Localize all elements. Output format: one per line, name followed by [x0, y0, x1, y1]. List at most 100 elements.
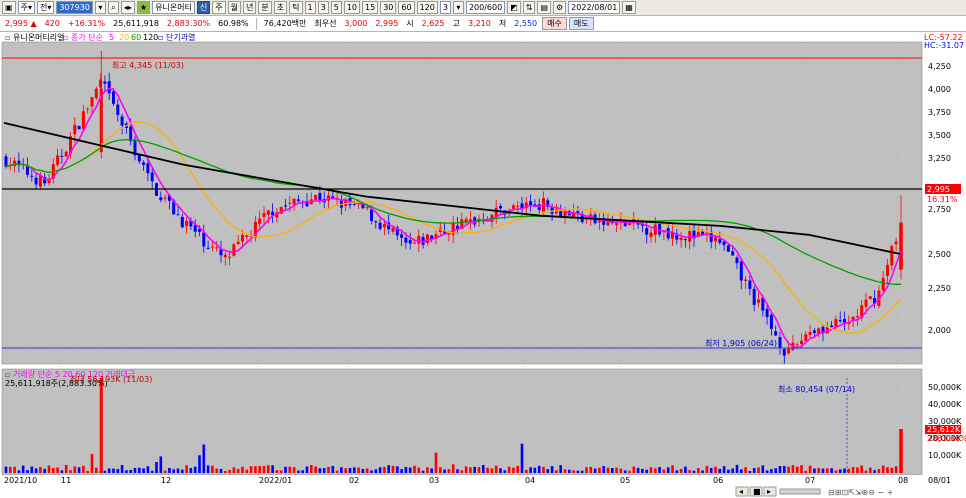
volume-pct-tag-text: 2883.30%: [927, 434, 966, 443]
volume-bar: [176, 468, 180, 473]
interval-60[interactable]: 60: [398, 1, 415, 14]
zoom-tools-icon[interactable]: ⊟⊞⊡⇱⇲⊕⊖ − +: [828, 488, 893, 497]
candle-body: [511, 205, 515, 209]
candle-body: [804, 334, 808, 341]
market-select[interactable]: 전 ▾: [36, 1, 55, 14]
y-tick: 4,250: [928, 62, 951, 71]
volume-bar: [241, 466, 244, 473]
price-change: 420: [44, 19, 60, 28]
calendar-icon[interactable]: ▦: [622, 1, 636, 14]
interval-1[interactable]: 1: [304, 1, 316, 14]
interval-15[interactable]: 15: [362, 1, 379, 14]
volume-bar: [877, 469, 881, 473]
interval-10[interactable]: 10: [343, 1, 360, 14]
trade-amount: 76,420백만: [263, 19, 307, 28]
search-icon[interactable]: ⌕: [107, 1, 119, 14]
volume-bar: [873, 470, 876, 473]
stock-code-input[interactable]: 307930: [56, 1, 93, 14]
volume-bar: [555, 470, 558, 473]
interval-3[interactable]: 3: [317, 1, 329, 14]
candle-body: [864, 299, 868, 307]
custom-interval-dropdown-icon[interactable]: ▾: [452, 1, 464, 14]
stock-chart[interactable]: ▫ 유니온머티리얼 ▫ 종가 단순 5 20 60 120 ▫ 단기과열 LC:…: [0, 32, 966, 498]
interval-5[interactable]: 5: [330, 1, 342, 14]
candle-body: [288, 202, 292, 204]
date-input[interactable]: 2022/08/01: [568, 1, 621, 14]
volume-bar: [56, 467, 59, 473]
code-dropdown-icon[interactable]: ▾: [94, 1, 106, 14]
prev-next-icon[interactable]: ◂▸: [120, 1, 135, 14]
candle-body: [120, 116, 124, 126]
volume-bar: [817, 468, 820, 473]
volume-bar: [378, 467, 382, 473]
volume-bar: [765, 470, 769, 473]
candle-body: [468, 219, 472, 221]
scroll-controls[interactable]: ◂ ■ ▸ ⊟⊞⊡⇱⇲⊕⊖ − +: [735, 486, 893, 497]
candle-body: [830, 325, 834, 328]
volume-bar: [86, 470, 89, 473]
volume-bar: [443, 469, 446, 473]
candle-body: [215, 247, 219, 249]
volume-bar: [658, 467, 661, 473]
tab-period-3[interactable]: 분: [258, 1, 272, 14]
tab-period-2[interactable]: 년: [243, 1, 257, 14]
x-tick: 04: [525, 476, 535, 485]
interval-120[interactable]: 120: [416, 1, 438, 14]
volume-bar: [155, 461, 158, 473]
volume-bar: [284, 466, 287, 473]
gear-icon[interactable]: ⚙: [553, 1, 567, 14]
candle-body: [374, 221, 378, 223]
open-label: 시: [406, 19, 414, 28]
candle-body: [77, 126, 81, 130]
volume-bar: [834, 470, 838, 473]
volume-bar: [331, 465, 335, 473]
volume-bar: [310, 465, 313, 473]
tab-period-1[interactable]: 월: [227, 1, 242, 14]
x-tick: 02: [349, 476, 359, 485]
range-input[interactable]: 200/600: [465, 1, 506, 14]
tab-period-4[interactable]: 초: [273, 1, 288, 14]
candle-body: [241, 235, 244, 242]
volume-bar: [486, 467, 489, 473]
price-change-pct: +16.31%: [67, 19, 106, 28]
period-select[interactable]: 주 ▾: [17, 1, 35, 14]
candle-body: [228, 256, 232, 258]
volume-bar: [533, 467, 537, 473]
compare-icon[interactable]: ⇅: [522, 1, 536, 14]
volume-bar: [413, 465, 416, 473]
price-legend-ma: ▫ 종가 단순: [63, 32, 103, 42]
candle-body: [722, 241, 726, 245]
layout-icon[interactable]: ▣: [2, 1, 16, 14]
candle-body: [843, 319, 846, 323]
bid-price: 2,995: [375, 19, 399, 28]
interval-label: 10: [346, 2, 357, 12]
scrollbar-track[interactable]: [779, 488, 821, 495]
volume-bar: [103, 470, 107, 473]
tab-label: 분: [261, 2, 269, 12]
candle-body: [382, 223, 386, 228]
info-badge[interactable]: 신: [196, 1, 211, 14]
interval-30[interactable]: 30: [380, 1, 397, 14]
favorite-icon[interactable]: ★: [136, 1, 151, 14]
candle-body: [258, 218, 262, 224]
interval-label: 5: [333, 2, 339, 12]
sell-button[interactable]: 매도: [568, 17, 594, 30]
save-icon[interactable]: ▤: [537, 1, 551, 14]
volume-bar: [9, 466, 12, 473]
tab-period-0[interactable]: 주: [212, 1, 226, 14]
y-tick: 2,250: [928, 284, 951, 293]
candle-body: [628, 223, 631, 226]
volume-bar: [396, 466, 399, 473]
volume-bar: [580, 470, 584, 473]
buy-button[interactable]: 매수: [542, 17, 567, 30]
volume-bar: [520, 443, 524, 473]
volume-bar: [795, 466, 799, 473]
chart-tools-icon[interactable]: ◩: [507, 1, 521, 14]
volume-bar: [335, 470, 339, 473]
min-price-label: 최저 1,905 (06/24): [705, 338, 777, 348]
tab-period-5[interactable]: 틱: [289, 1, 303, 14]
volume-bar: [219, 468, 223, 473]
volume-bar: [791, 465, 795, 473]
custom-interval-input[interactable]: 3: [439, 1, 451, 14]
candle-body: [666, 228, 670, 239]
